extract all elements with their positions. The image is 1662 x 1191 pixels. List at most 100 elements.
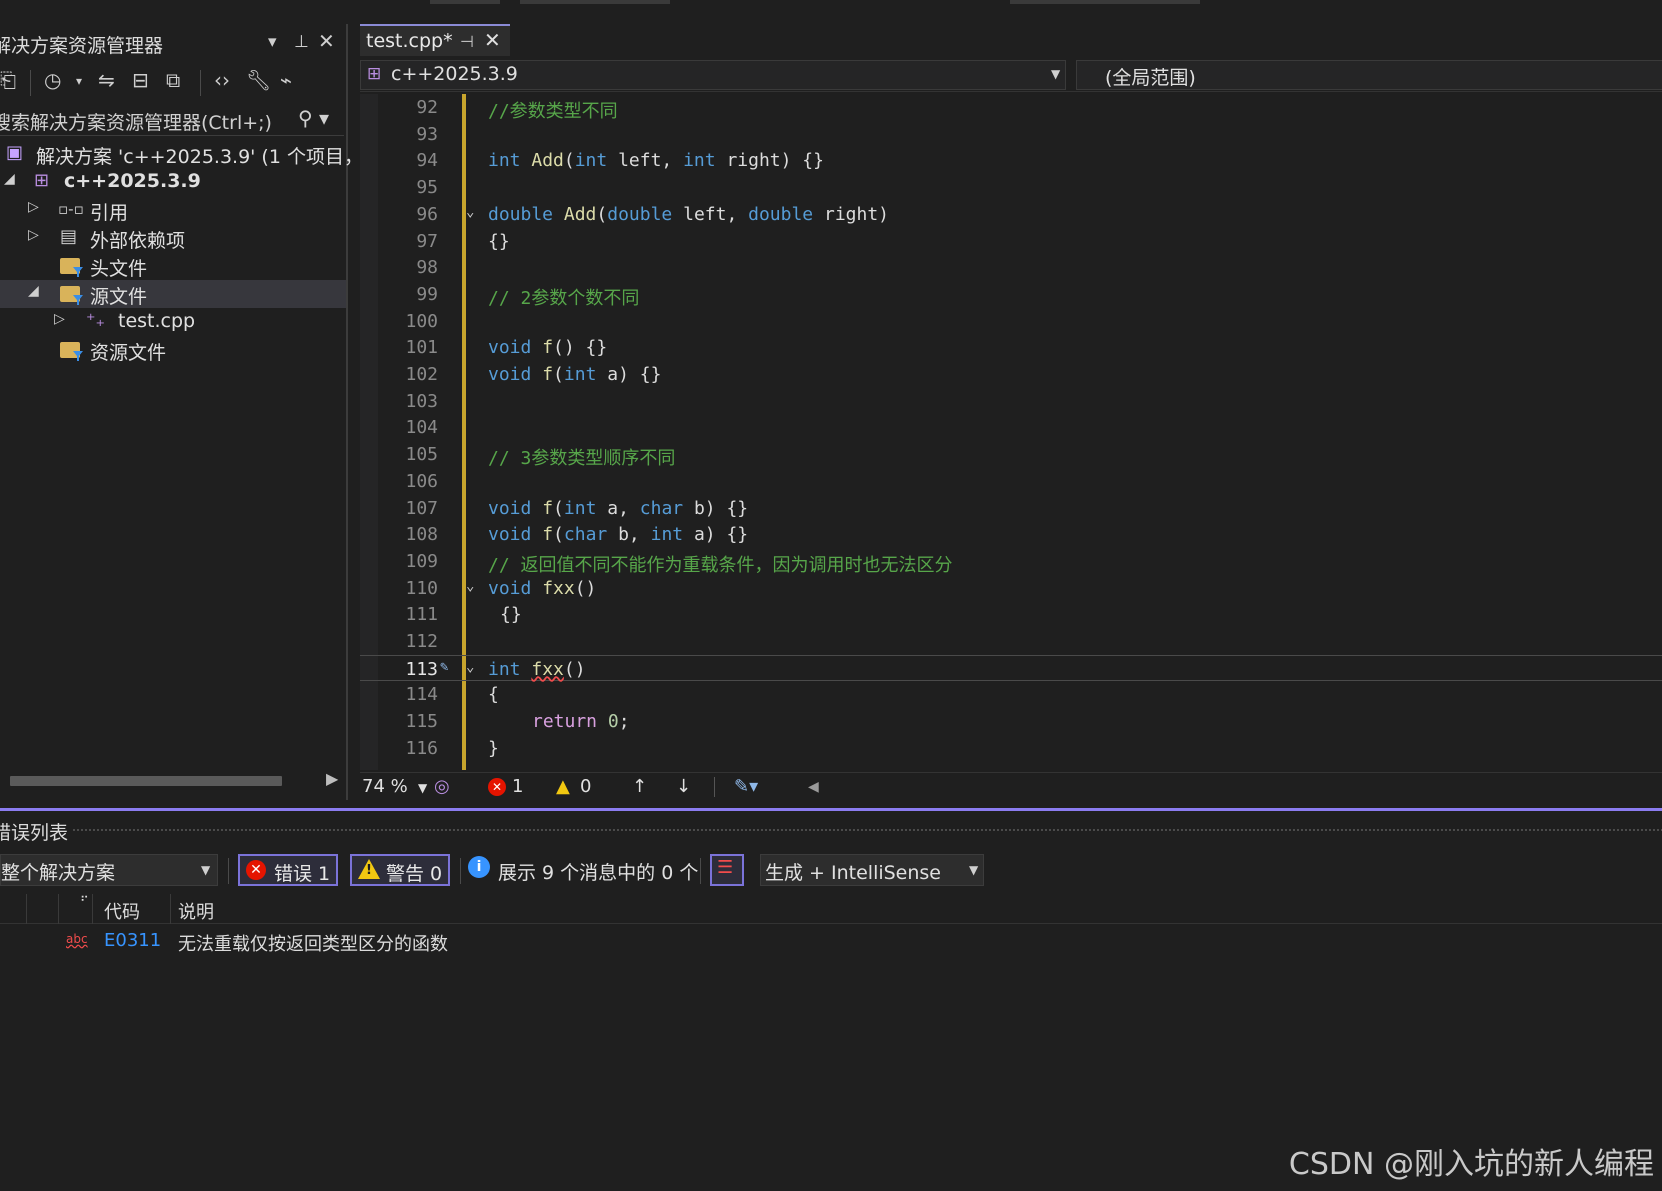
panel-divider[interactable] bbox=[0, 808, 1662, 811]
chevron-down-icon[interactable]: ▾ bbox=[268, 32, 277, 52]
code-line[interactable]: 116 } bbox=[360, 735, 1662, 762]
code-line[interactable]: 104 bbox=[360, 414, 1662, 441]
preview-icon[interactable]: ⌁ bbox=[280, 68, 292, 92]
line-number: 95 bbox=[416, 177, 438, 199]
code-line[interactable]: 97 {} bbox=[360, 228, 1662, 255]
collapse-arrow-icon[interactable]: ▷ bbox=[28, 227, 39, 243]
code-editor[interactable]: 92 //参数类型不同 93 94 int Add(int left, int … bbox=[360, 94, 1662, 770]
code-line[interactable]: 107 void f(int a, char b) {} bbox=[360, 495, 1662, 522]
arrow-up-icon[interactable]: ↑ bbox=[632, 776, 647, 797]
code-line[interactable]: 105 // 3参数类型顺序不同 bbox=[360, 441, 1662, 469]
error-code-link[interactable]: E0311 bbox=[104, 930, 161, 951]
pin-icon[interactable]: ⊣ bbox=[460, 32, 474, 51]
tab-test-cpp[interactable]: test.cpp* ⊣ ✕ bbox=[360, 24, 510, 56]
line-number: 108 bbox=[405, 524, 438, 546]
messages-filter-label[interactable]: 展示 9 个消息中的 0 个 bbox=[498, 858, 698, 885]
copilot-icon[interactable]: ◎ bbox=[434, 776, 450, 797]
code-line[interactable]: 108 void f(char b, int a) {} bbox=[360, 521, 1662, 548]
fold-toggle-icon[interactable]: ⌄ bbox=[466, 659, 474, 675]
expand-arrow-icon[interactable]: ◢ bbox=[4, 171, 15, 187]
wrench-icon[interactable]: 🔧︎ bbox=[246, 68, 271, 92]
warning-count[interactable]: 0 bbox=[580, 776, 591, 797]
code-line[interactable]: 93 bbox=[360, 121, 1662, 148]
code-line[interactable]: 115 return 0; bbox=[360, 708, 1662, 735]
close-icon[interactable]: ✕ bbox=[484, 28, 501, 52]
scope-select[interactable]: 整个解决方案 ▼ bbox=[0, 854, 218, 886]
info-icon[interactable]: i bbox=[468, 856, 490, 878]
solution-horizontal-scrollbar[interactable]: ▶ bbox=[0, 768, 346, 792]
scope-dropdown[interactable]: (全局范围) bbox=[1076, 60, 1662, 90]
fold-toggle-icon[interactable]: ⌄ bbox=[466, 578, 474, 594]
code-line[interactable]: 103 bbox=[360, 388, 1662, 415]
scrollbar-thumb[interactable] bbox=[10, 776, 282, 786]
project-dropdown[interactable]: ⊞ c++2025.3.9 ▼ bbox=[360, 60, 1066, 90]
zoom-level[interactable]: 74 % bbox=[362, 776, 408, 797]
chevron-down-icon[interactable]: ▼ bbox=[418, 781, 427, 795]
search-icon[interactable]: ⚲ ▾ bbox=[298, 106, 329, 130]
tree-item-references[interactable]: ▷ ▫‐▫ 引用 bbox=[0, 196, 346, 224]
code-line[interactable]: 106 bbox=[360, 468, 1662, 495]
filter-toggle-button[interactable]: ☰ bbox=[710, 854, 744, 886]
quick-action-brush-icon[interactable]: ✎ bbox=[440, 659, 448, 675]
code-line[interactable]: 111 {} bbox=[360, 601, 1662, 628]
drag-handle[interactable] bbox=[72, 828, 1662, 832]
line-number: 109 bbox=[405, 550, 438, 572]
sort-icon[interactable]: ⠋ bbox=[80, 894, 89, 908]
code-line-current[interactable]: 113 ✎ ⌄ int fxx() bbox=[360, 654, 1662, 682]
solution-search-input[interactable]: 搜索解决方案资源管理器(Ctrl+;) bbox=[0, 108, 272, 135]
error-row[interactable]: abc E0311 无法重载仅按返回类型区分的函数 bbox=[0, 926, 1662, 956]
tree-item-project[interactable]: ◢ ⊞ c++2025.3.9 bbox=[0, 168, 346, 196]
column-separator bbox=[170, 894, 171, 924]
error-count[interactable]: 1 bbox=[512, 776, 523, 797]
tree-item-solution[interactable]: ▣ 解决方案 'c++2025.3.9' (1 个项目，共 bbox=[0, 140, 382, 168]
collapse-arrow-icon[interactable]: ▷ bbox=[54, 311, 65, 327]
code-line[interactable]: 96 ⌄ double Add(double left, double righ… bbox=[360, 201, 1662, 228]
code-line[interactable]: 114 { bbox=[360, 681, 1662, 708]
code-line[interactable]: 102 void f(int a) {} bbox=[360, 361, 1662, 388]
column-header-code[interactable]: 代码 bbox=[104, 898, 140, 924]
tree-item-test-cpp[interactable]: ▷ ⁺₊ test.cpp bbox=[0, 308, 346, 336]
tree-item-source-files[interactable]: ◢ 源文件 bbox=[0, 280, 346, 308]
collapse-arrow-icon[interactable]: ▷ bbox=[28, 199, 39, 215]
solution-search-box[interactable]: 搜索解决方案资源管理器(Ctrl+;) ⚲ ▾ bbox=[0, 104, 344, 136]
chevron-down-icon[interactable]: ▾ bbox=[76, 74, 82, 88]
sync-view-icon[interactable]: ⎗ bbox=[0, 68, 16, 92]
code-view-icon[interactable]: ‹› bbox=[214, 68, 230, 92]
tree-item-resource-files[interactable]: 资源文件 bbox=[0, 336, 346, 364]
column-header-description[interactable]: 说明 bbox=[178, 898, 214, 924]
arrow-down-icon[interactable]: ↓ bbox=[676, 776, 691, 797]
warnings-filter-button[interactable]: ! 警告 0 bbox=[350, 854, 450, 886]
errors-filter-button[interactable]: ✕ 错误 1 bbox=[238, 854, 338, 886]
cpp-file-icon: ⁺₊ bbox=[86, 310, 106, 331]
fold-toggle-icon[interactable]: ⌄ bbox=[466, 204, 474, 220]
code-line[interactable]: 92 //参数类型不同 bbox=[360, 94, 1662, 122]
filter-folder-icon bbox=[60, 254, 80, 275]
pin-icon[interactable]: ⊥ bbox=[294, 32, 309, 52]
scroll-left-icon[interactable]: ◀ bbox=[808, 779, 819, 795]
errors-filter-label: 错误 1 bbox=[274, 863, 331, 885]
tree-item-header-files[interactable]: 头文件 bbox=[0, 252, 346, 280]
close-icon[interactable]: ✕ bbox=[318, 29, 335, 53]
code-cleanup-icon[interactable]: ✎▾ bbox=[734, 776, 758, 797]
code-line[interactable]: 109 // 返回值不同不能作为重载条件，因为调用时也无法区分 bbox=[360, 548, 1662, 576]
sync-arrows-icon[interactable]: ⇋ bbox=[98, 68, 115, 92]
history-icon[interactable]: ◷ bbox=[44, 68, 61, 92]
line-number: 96 bbox=[416, 203, 438, 225]
build-filter-select[interactable]: 生成 + IntelliSense ▼ bbox=[760, 854, 984, 886]
error-icon: ✕ bbox=[488, 778, 506, 796]
code-line[interactable]: 98 bbox=[360, 254, 1662, 281]
copy-icon[interactable]: ⧉ bbox=[166, 68, 180, 92]
expand-arrow-icon[interactable]: ◢ bbox=[28, 283, 39, 299]
code-line[interactable]: 101 void f() {} bbox=[360, 334, 1662, 361]
code-line[interactable]: 110 ⌄ void fxx() bbox=[360, 575, 1662, 602]
line-number: 107 bbox=[405, 497, 438, 519]
code-line[interactable]: 112 bbox=[360, 628, 1662, 655]
code-line[interactable]: 100 bbox=[360, 308, 1662, 335]
tree-item-external-deps[interactable]: ▷ ▤ 外部依赖项 bbox=[0, 224, 346, 252]
collapse-all-icon[interactable]: ⊟ bbox=[132, 68, 149, 92]
scroll-right-icon[interactable]: ▶ bbox=[326, 769, 338, 788]
code-line[interactable]: 94 int Add(int left, int right) {} bbox=[360, 147, 1662, 174]
code-line[interactable]: 95 bbox=[360, 174, 1662, 201]
code-text: void f(int a, char b) {} bbox=[488, 497, 749, 519]
code-line[interactable]: 99 // 2参数个数不同 bbox=[360, 281, 1662, 309]
